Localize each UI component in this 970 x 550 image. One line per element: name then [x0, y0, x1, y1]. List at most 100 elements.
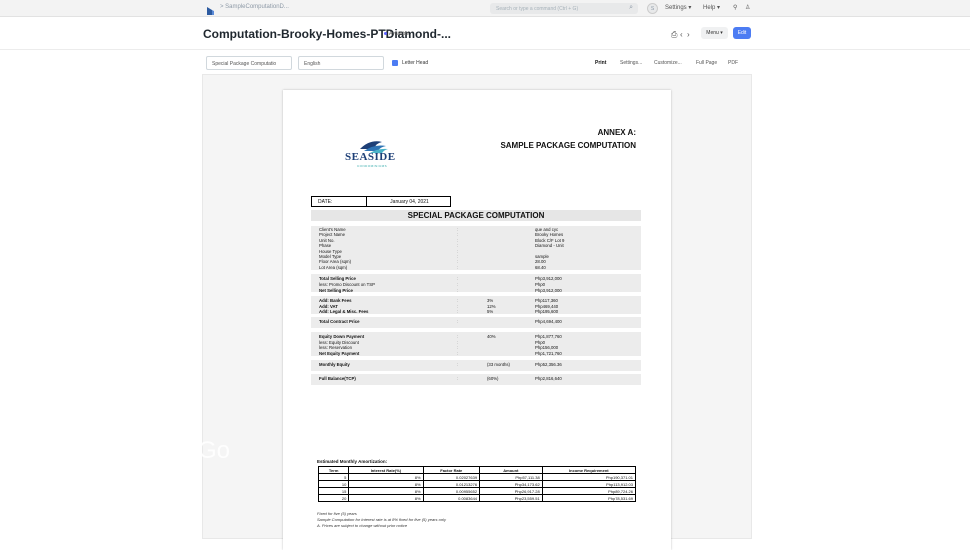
- table-cell: Php89,724.26: [541, 487, 637, 495]
- row-colon: :: [457, 248, 459, 254]
- row-value: Php2,816,640: [535, 376, 562, 381]
- table-header: Term: [317, 466, 350, 474]
- print-preview[interactable]: ANNEX A: SAMPLE PACKAGE COMPUTATION SEAS…: [202, 74, 752, 550]
- print-toolbar: Special Package Computatio English Lette…: [202, 56, 752, 72]
- app-logo-icon[interactable]: [206, 3, 215, 15]
- help-menu[interactable]: Help ▾: [703, 4, 720, 11]
- row-label: House Type: [319, 248, 342, 254]
- table-cell: 8%: [348, 480, 424, 488]
- table-cell: 20: [317, 494, 350, 502]
- annex-title: ANNEX A:: [597, 128, 636, 137]
- row-percent: 12%: [487, 303, 496, 309]
- settings-menu[interactable]: Settings ▾: [665, 4, 691, 11]
- row-label: less: Reservation: [319, 345, 352, 350]
- row-label: Phase: [319, 243, 332, 249]
- row-colon: :: [457, 264, 459, 270]
- table-cell: 10: [317, 480, 350, 488]
- breadcrumb[interactable]: > SampleComputationD...: [220, 4, 289, 10]
- row-colon: :: [457, 276, 459, 281]
- next-icon[interactable]: ›: [687, 30, 690, 39]
- row-label: Lot Area (sqm): [319, 264, 348, 270]
- row-percent: 40%: [487, 334, 496, 339]
- table-cell: Php113,912.03: [541, 480, 637, 488]
- print-format-select[interactable]: Special Package Computatio: [206, 56, 292, 70]
- print-settings-button[interactable]: Settings...: [620, 60, 642, 66]
- row-colon: :: [457, 362, 459, 367]
- table-header: Income Requirement: [541, 466, 637, 474]
- row-value: 68.40: [535, 264, 546, 270]
- date-value: January 04, 2021: [390, 199, 429, 205]
- row-label: less: Equity Discount: [319, 339, 359, 345]
- row-value: Php117,360: [535, 298, 558, 303]
- row-value: Php3,912,000: [535, 288, 562, 293]
- language-select[interactable]: English: [298, 56, 384, 70]
- section-heading: SPECIAL PACKAGE COMPUTATION: [311, 210, 641, 221]
- avatar[interactable]: S: [647, 3, 658, 14]
- row-value: Brooky Homes: [535, 232, 564, 238]
- amortization-title: Estimated Monthly Amortization:: [317, 459, 388, 464]
- print-button[interactable]: Print: [595, 60, 606, 66]
- row-value: Php195,600: [535, 309, 559, 315]
- menu-button[interactable]: Menu ▾: [701, 27, 728, 39]
- date-box: DATE: January 04, 2021: [311, 196, 451, 207]
- prev-icon[interactable]: ‹: [680, 30, 683, 39]
- customize-button[interactable]: Customize...: [654, 60, 682, 66]
- table-row: 10 8% 0.01213276 Php34,173.62 Php113,912.03: [317, 480, 637, 488]
- row-value: Php0: [535, 339, 546, 345]
- document-page: ANNEX A: SAMPLE PACKAGE COMPUTATION SEAS…: [283, 90, 671, 550]
- row-value: Php52,356.36: [535, 362, 562, 367]
- row-label: Client's Name: [319, 227, 346, 232]
- letterhead-checkbox[interactable]: [392, 60, 398, 66]
- row-colon: :: [457, 303, 459, 309]
- row-value: Php156,000: [535, 345, 559, 350]
- table-cell: Php23,559.51: [479, 494, 543, 502]
- pdf-button[interactable]: PDF: [728, 60, 738, 66]
- row-label: Add: Legal & Misc. Fees: [319, 309, 369, 315]
- table-cell: Php34,173.62: [479, 480, 543, 488]
- print-icon[interactable]: ⎙: [671, 30, 677, 40]
- search-input[interactable]: Search or type a command (Ctrl + G) ⌕: [490, 3, 638, 14]
- row-colon: :: [457, 309, 459, 315]
- user-icon[interactable]: ♙: [745, 4, 750, 11]
- row-percent: (33 months): [487, 362, 510, 367]
- note: Fixed for five (5) years: [317, 511, 357, 516]
- row-value: Php3,912,000: [535, 276, 562, 281]
- table-cell: 5: [317, 473, 350, 481]
- row-label: Unit No.: [319, 237, 335, 243]
- row-colon: :: [457, 319, 459, 324]
- row-colon: :: [457, 334, 459, 339]
- row-label: Add: Bank Fees: [319, 298, 352, 303]
- table-cell: 0.0083644: [422, 494, 481, 502]
- note: A. Prices are subject to change without …: [317, 523, 408, 528]
- row-percent: 5%: [487, 309, 494, 315]
- row-label: Model Type: [319, 254, 342, 259]
- row-label: Equity Down Payment: [319, 334, 365, 339]
- letterhead-label: Letter Head: [402, 60, 429, 66]
- row-percent: (60%): [487, 376, 499, 381]
- notification-icon[interactable]: ⚲: [733, 4, 737, 11]
- page-header: Computation-Brooky-Homes-PTDiamond-... A…: [0, 17, 970, 50]
- table-cell: 0.01213276: [422, 480, 481, 488]
- table-header: Factor Rate: [422, 466, 481, 474]
- row-colon: :: [457, 345, 459, 350]
- row-label: less: Promo Discount on TSP: [319, 282, 376, 287]
- row-label: Net Equity Payment: [319, 350, 360, 356]
- row-label: Total Contract Price: [319, 319, 360, 324]
- table-cell: 8%: [348, 494, 424, 502]
- row-percent: 3%: [487, 298, 494, 303]
- row-label: Net Selling Price: [319, 288, 353, 293]
- row-value: 28.00: [535, 259, 546, 265]
- table-cell: 0.00955652: [422, 487, 481, 495]
- full-page-button[interactable]: Full Page: [696, 60, 717, 66]
- row-label: Project Name: [319, 232, 346, 238]
- row-colon: :: [457, 227, 459, 232]
- edit-button[interactable]: Edit: [733, 27, 751, 39]
- annex-subtitle: SAMPLE PACKAGE COMPUTATION: [500, 141, 636, 150]
- amortization-table: Term Interest Rate(%) Factor Rate Amount Inc…: [317, 466, 637, 502]
- row-value: que and cyc: [535, 227, 559, 232]
- status-badge: Available: [384, 31, 409, 37]
- row-value: sample: [535, 254, 549, 259]
- table-cell: Php57,111.38: [479, 473, 543, 481]
- table-row: 5 8% 0.02027639 Php57,111.38 Php190,371.01: [317, 473, 637, 481]
- row-colon: :: [457, 237, 459, 243]
